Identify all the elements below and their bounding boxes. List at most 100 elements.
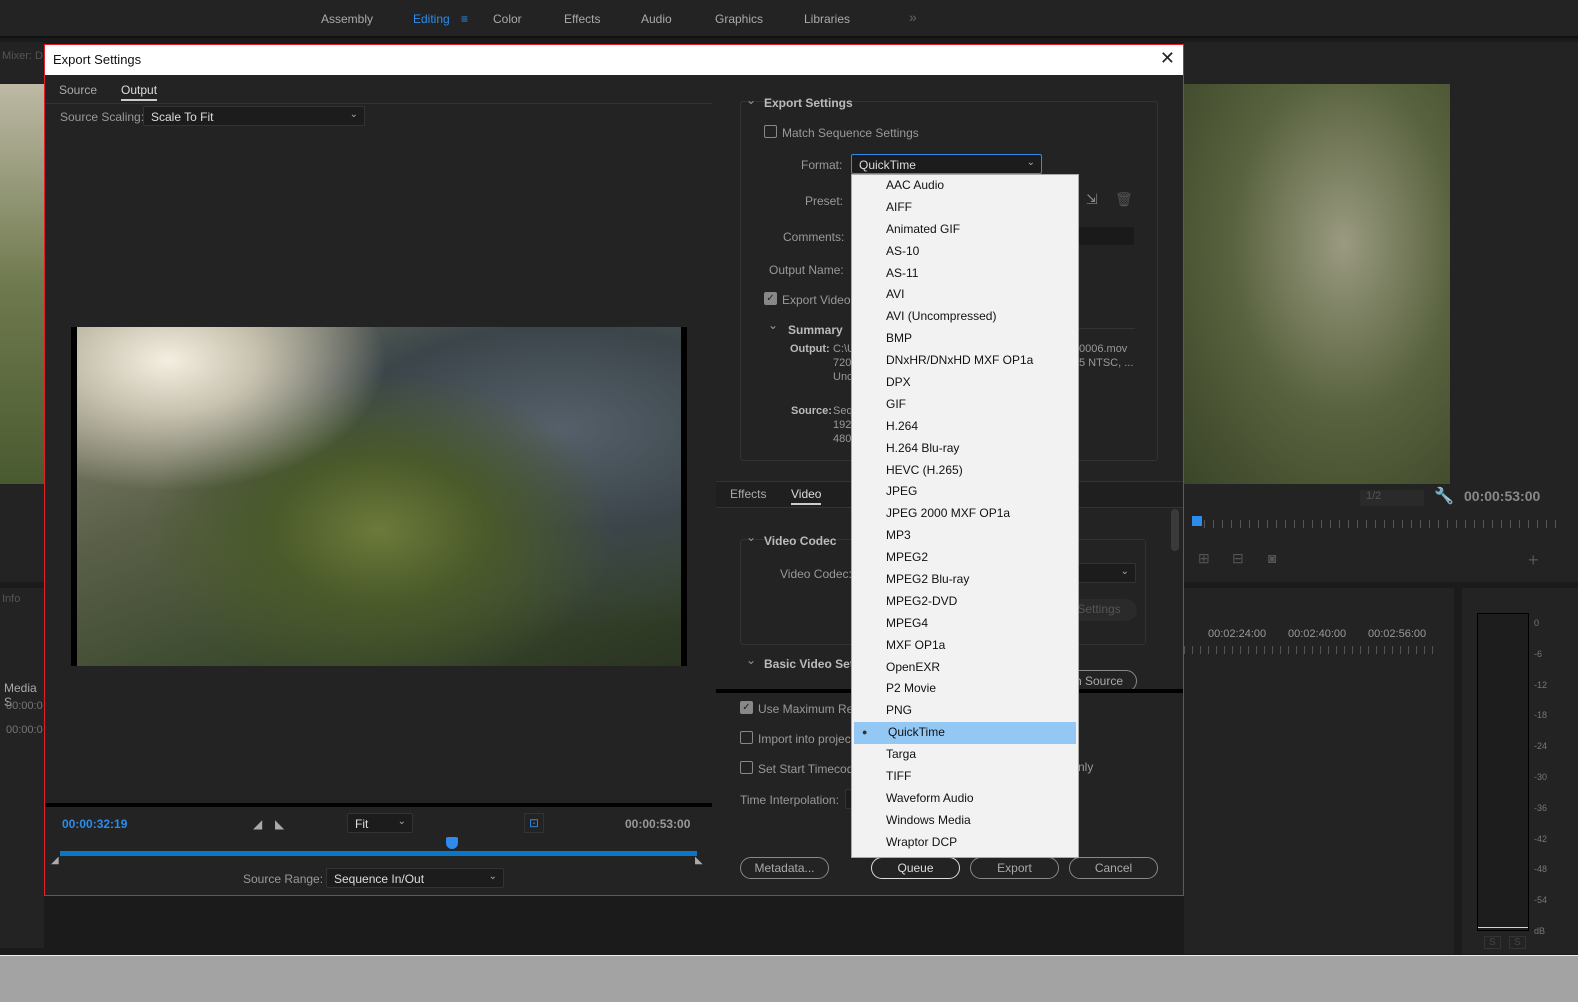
tab-video[interactable]: Video (791, 487, 822, 505)
overwrite-icon[interactable]: ⊟ (1232, 550, 1244, 567)
solo-left-button[interactable]: S (1484, 936, 1501, 949)
format-option[interactable]: P2 Movie (852, 678, 1078, 700)
format-option[interactable]: PNG (852, 700, 1078, 722)
match-sequence-checkbox[interactable] (764, 125, 777, 138)
insert-icon[interactable]: ⊞ (1198, 550, 1210, 567)
format-option[interactable]: MPEG2-DVD (852, 591, 1078, 613)
info-tab[interactable]: Info (2, 593, 20, 605)
format-option[interactable]: BMP (852, 328, 1078, 350)
source-monitor-panel: Mixer: D (0, 42, 44, 582)
import-preset-icon[interactable]: ⇲ (1086, 191, 1098, 208)
source-range-select[interactable]: Sequence In/Out ⌄ (326, 868, 504, 888)
format-option[interactable]: AVI (Uncompressed) (852, 306, 1078, 328)
playhead-handle[interactable] (445, 837, 458, 849)
export-video-checkbox[interactable]: ✓ (764, 292, 777, 305)
settings-scrollbar[interactable] (1171, 509, 1179, 551)
format-option[interactable]: AS-11 (852, 263, 1078, 285)
collapse-chevron-icon[interactable]: ⌄ (746, 93, 756, 107)
mark-in-icon[interactable]: ◢ (253, 817, 262, 831)
solo-right-button[interactable]: S (1509, 936, 1526, 949)
format-option[interactable]: MXF OP1a (852, 635, 1078, 657)
format-option[interactable]: AS-10 (852, 241, 1078, 263)
format-option[interactable]: JPEG 2000 MXF OP1a (852, 503, 1078, 525)
program-playhead[interactable] (1192, 516, 1202, 526)
trash-icon[interactable]: 🗑 (1115, 191, 1133, 208)
output-summary-text: 720 (833, 357, 852, 369)
format-option[interactable]: OpenEXR (852, 657, 1078, 679)
scrub-bar[interactable] (60, 851, 697, 856)
mark-out-icon[interactable]: ◣ (275, 817, 284, 831)
cancel-button[interactable]: Cancel (1069, 857, 1158, 879)
workspace-libraries[interactable]: Libraries (804, 12, 850, 26)
aspect-ratio-icon[interactable]: ⊡ (524, 813, 544, 833)
wrench-icon[interactable]: 🔧 (1434, 486, 1454, 506)
format-option[interactable]: Windows Media (852, 810, 1078, 832)
import-project-label: Import into project (758, 732, 855, 746)
workspace-assembly[interactable]: Assembly (321, 12, 373, 26)
audio-mixer-tab[interactable]: Mixer: D (2, 50, 43, 62)
queue-button[interactable]: Queue (871, 857, 960, 879)
use-max-render-checkbox[interactable]: ✓ (740, 701, 753, 714)
format-option[interactable]: GIF (852, 394, 1078, 416)
program-ruler[interactable] (1204, 520, 1564, 528)
format-option[interactable]: JPEG (852, 481, 1078, 503)
format-option[interactable]: MPEG4 (852, 613, 1078, 635)
current-timecode[interactable]: 00:00:32:19 (62, 817, 127, 831)
set-start-timecode-checkbox[interactable] (740, 761, 753, 774)
format-option[interactable]: Wraptor DCP (852, 832, 1078, 854)
tab-source[interactable]: Source (59, 83, 97, 97)
format-dropdown-list[interactable]: AAC Audio AIFF Animated GIF AS-10 AS-11 AVI AV… (851, 174, 1079, 858)
close-icon[interactable]: ✕ (1160, 48, 1175, 69)
format-option[interactable]: MPEG2 Blu-ray (852, 569, 1078, 591)
add-button-icon[interactable]: + (1528, 550, 1539, 571)
format-value: QuickTime (859, 158, 916, 172)
format-option[interactable]: H.264 (852, 416, 1078, 438)
workspace-color[interactable]: Color (493, 12, 522, 26)
source-range-label: Source Range: (243, 872, 324, 886)
source-range-value: Sequence In/Out (334, 872, 425, 886)
export-button[interactable]: Export (970, 857, 1059, 879)
program-zoom-select[interactable]: 1/2 (1360, 490, 1424, 506)
timeline-ruler[interactable] (1184, 646, 1434, 654)
dialog-titlebar[interactable]: Export Settings ✕ (45, 45, 1183, 75)
format-option[interactable]: Animated GIF (852, 219, 1078, 241)
format-option[interactable]: QuickTime (854, 722, 1076, 745)
format-option[interactable]: MPEG2 (852, 547, 1078, 569)
format-option[interactable]: MP3 (852, 525, 1078, 547)
format-select[interactable]: QuickTime ⌄ (851, 154, 1042, 174)
workspace-graphics[interactable]: Graphics (715, 12, 763, 26)
format-option[interactable]: Waveform Audio (852, 788, 1078, 810)
workspace-effects[interactable]: Effects (564, 12, 600, 26)
meter-scale-label: -6 (1534, 648, 1543, 659)
collapse-chevron-icon[interactable]: ⌄ (746, 530, 756, 544)
tab-output[interactable]: Output (121, 83, 158, 101)
source-scaling-select[interactable]: Scale To Fit ⌄ (143, 106, 365, 126)
tab-effects[interactable]: Effects (730, 487, 766, 501)
timeline-tick: 00:02:56:00 (1368, 628, 1427, 640)
collapse-chevron-icon[interactable]: ⌄ (746, 653, 756, 667)
format-option[interactable]: AAC Audio (852, 175, 1078, 197)
chevron-down-icon: ⌄ (397, 816, 406, 827)
summary-chevron-icon[interactable]: ⌄ (768, 318, 778, 332)
in-point-handle[interactable]: ◢ (51, 855, 59, 866)
metadata-button[interactable]: Metadata... (740, 857, 829, 879)
overflow-chevron-icon[interactable]: » (909, 9, 917, 25)
camera-icon[interactable]: ◙ (1268, 550, 1276, 566)
preview-frame-image (77, 327, 681, 666)
format-option[interactable]: Targa (852, 744, 1078, 766)
format-option[interactable]: HEVC (H.265) (852, 460, 1078, 482)
format-option[interactable]: DPX (852, 372, 1078, 394)
workspace-audio[interactable]: Audio (641, 12, 672, 26)
render-alpha-only-label: nly (1078, 760, 1094, 774)
format-option[interactable]: H.264 Blu-ray (852, 438, 1078, 460)
format-option[interactable]: AVI (852, 284, 1078, 306)
format-option[interactable]: DNxHR/DNxHD MXF OP1a (852, 350, 1078, 372)
workspace-editing[interactable]: Editing (413, 12, 450, 26)
import-project-checkbox[interactable] (740, 731, 753, 744)
zoom-select[interactable]: Fit ⌄ (347, 813, 413, 833)
workspace-menu-icon[interactable]: ≡ (461, 12, 468, 26)
out-point-handle[interactable]: ◣ (695, 855, 703, 866)
format-option[interactable]: AIFF (852, 197, 1078, 219)
chevron-down-icon: ⌄ (1120, 566, 1129, 577)
format-option[interactable]: TIFF (852, 766, 1078, 788)
